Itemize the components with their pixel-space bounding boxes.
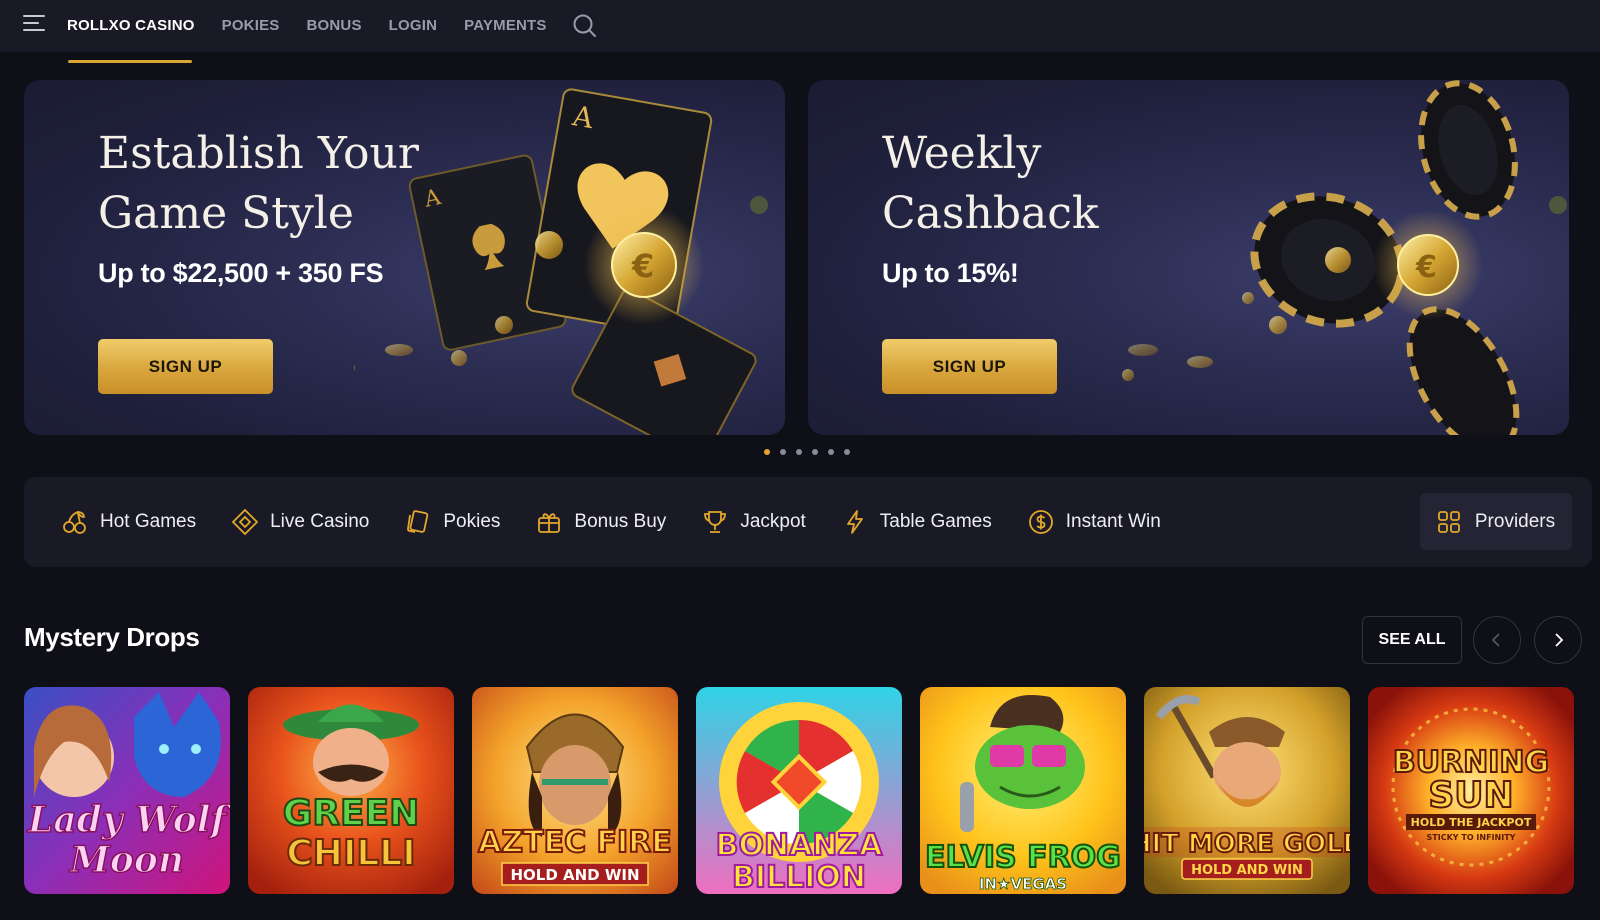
trophy-icon — [704, 511, 727, 533]
category-label: Bonus Buy — [574, 511, 667, 532]
game-tile-lady-wolf-moon[interactable]: Lady Wolf Moon — [24, 687, 230, 894]
game-thumbnail: BONANZA BILLION — [696, 687, 902, 894]
nav-brand-link[interactable]: ROLLXO CASINO — [67, 0, 195, 52]
carousel-prev-button[interactable] — [1473, 616, 1521, 664]
category-label: Hot Games — [100, 511, 197, 532]
see-all-button[interactable]: SEE ALL — [1362, 616, 1462, 664]
game-thumbnail: GREEN CHILLI — [248, 687, 454, 894]
game-tile-bonanza-billion[interactable]: BONANZA BILLION — [696, 687, 902, 894]
svg-text:€: € — [631, 247, 654, 285]
carousel-dot-2[interactable] — [780, 449, 786, 455]
category-jackpot[interactable]: Jackpot — [702, 509, 806, 535]
category-label: Jackpot — [740, 511, 806, 532]
game-thumbnail: AZTEC FIRE HOLD AND WIN — [472, 687, 678, 894]
dollar-coin-icon — [1028, 510, 1053, 534]
game-title-line: BONANZA — [716, 828, 884, 863]
nav-link-pokies[interactable]: POKIES — [222, 0, 280, 52]
carousel-next-button[interactable] — [1534, 616, 1582, 664]
carousel-dot-5[interactable] — [828, 449, 834, 455]
category-instant-win[interactable]: Instant Win — [1028, 509, 1161, 535]
category-bar: Hot Games Live Casino Pokies Bonus Buy J… — [24, 477, 1592, 567]
game-title-line: HOLD AND WIN — [1191, 863, 1303, 878]
game-title-line: Lady Wolf — [27, 799, 230, 841]
carousel-dot-3[interactable] — [796, 449, 802, 455]
svg-text:€: € — [1415, 250, 1437, 285]
diamond-chip-icon — [232, 509, 259, 535]
category-label: Instant Win — [1065, 511, 1161, 532]
section-title: Mystery Drops — [24, 622, 200, 652]
category-label: Pokies — [443, 511, 501, 532]
game-tile-burning-sun[interactable]: BURNING SUN HOLD THE JACKPOT STICKY TO I… — [1368, 687, 1574, 894]
category-bonus-buy[interactable]: Bonus Buy — [536, 509, 666, 535]
category-label: Live Casino — [270, 511, 370, 532]
game-thumbnail: Lady Wolf Moon — [24, 687, 230, 894]
game-title-line: HOLD AND WIN — [510, 866, 639, 884]
carousel-pagination — [764, 449, 850, 455]
search-icon[interactable] — [572, 13, 598, 39]
game-tile-aztec-fire[interactable]: AZTEC FIRE HOLD AND WIN — [472, 687, 678, 894]
game-title-line: ELVIS FROG — [925, 840, 1121, 875]
carousel-dot-6[interactable] — [844, 449, 850, 455]
lightning-icon — [846, 510, 863, 534]
chevron-left-icon — [1491, 633, 1500, 647]
top-navigation: ROLLXO CASINO POKIES BONUS LOGIN PAYMENT… — [0, 0, 1600, 52]
game-thumbnail: BURNING SUN HOLD THE JACKPOT STICKY TO I… — [1368, 687, 1574, 894]
providers-label: Providers — [1474, 510, 1556, 532]
game-title-line: Moon — [68, 839, 184, 881]
nav-link-payments[interactable]: PAYMENTS — [464, 0, 546, 52]
game-title-line: CHILLI — [286, 833, 415, 874]
game-list: Lady Wolf Moon GREEN CHILLI AZTEC FIRE H… — [24, 687, 1574, 894]
promo-banner-weekly-cashback[interactable]: € Weekly Cashback Up to 15%! SIGN UP — [808, 80, 1569, 435]
gift-box-icon — [538, 513, 561, 533]
nav-links: ROLLXO CASINO POKIES BONUS LOGIN PAYMENT… — [67, 0, 547, 52]
providers-button[interactable]: Providers — [1420, 493, 1572, 550]
category-hot-games[interactable]: Hot Games — [62, 509, 196, 535]
active-nav-indicator — [68, 60, 192, 63]
game-thumbnail: ELVIS FROG IN★VEGAS — [920, 687, 1126, 894]
game-title-line: STICKY TO INFINITY — [1427, 833, 1516, 842]
nav-link-bonus[interactable]: BONUS — [307, 0, 362, 52]
chevron-right-icon — [1555, 633, 1564, 647]
game-title-line: HIT MORE GOLD — [1144, 829, 1350, 859]
game-title-line: GREEN — [283, 793, 420, 834]
category-label: Table Games — [879, 511, 992, 532]
category-table-games[interactable]: Table Games — [842, 509, 992, 535]
game-title-line: BILLION — [732, 860, 866, 894]
game-tile-elvis-frog[interactable]: ELVIS FROG IN★VEGAS — [920, 687, 1126, 894]
game-title-line: HOLD THE JACKPOT — [1411, 816, 1532, 829]
signup-button[interactable]: SIGN UP — [882, 339, 1057, 394]
banner-title: Weekly Cashback — [882, 128, 1099, 239]
promo-banner-game-style[interactable]: A A € Establish Your Game Style Up to $2… — [24, 80, 785, 435]
banner-subtitle: Up to 15%! — [882, 258, 1019, 288]
game-tile-green-chilli[interactable]: GREEN CHILLI — [248, 687, 454, 894]
banner-subtitle: Up to $22,500 + 350 FS — [98, 258, 384, 288]
grid-icon — [1437, 510, 1460, 533]
category-pokies[interactable]: Pokies — [405, 509, 500, 535]
game-title-line: SUN — [1428, 775, 1513, 816]
game-thumbnail: HIT MORE GOLD HOLD AND WIN — [1144, 687, 1350, 894]
banner-title: Establish Your Game Style — [98, 128, 419, 239]
category-live-casino[interactable]: Live Casino — [232, 509, 369, 535]
nav-link-login[interactable]: LOGIN — [389, 0, 438, 52]
signup-button[interactable]: SIGN UP — [98, 339, 273, 394]
cards-icon — [407, 510, 429, 533]
game-title-line: IN★VEGAS — [979, 875, 1067, 893]
carousel-dot-4[interactable] — [812, 449, 818, 455]
game-title-line: AZTEC FIRE — [478, 825, 672, 860]
cherries-icon — [63, 511, 86, 534]
game-tile-hit-more-gold[interactable]: HIT MORE GOLD HOLD AND WIN — [1144, 687, 1350, 894]
carousel-dot-1[interactable] — [764, 449, 770, 455]
menu-icon[interactable] — [23, 15, 47, 33]
